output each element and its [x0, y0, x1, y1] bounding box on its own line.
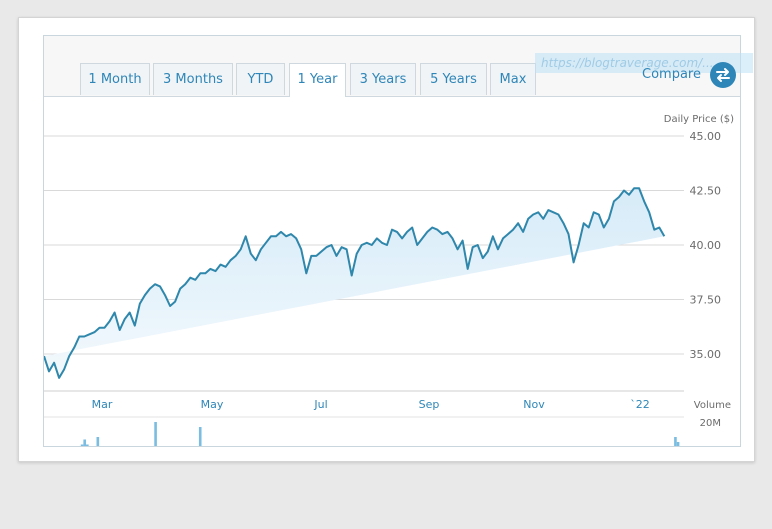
volume-axis-label: Volume [694, 400, 731, 411]
volume-bar [676, 442, 680, 446]
month-label: Sep [419, 398, 440, 411]
month-label: Jul [313, 398, 327, 411]
volume-bar [83, 439, 87, 446]
month-label: `22 [630, 398, 650, 411]
volume-bar [674, 437, 677, 446]
price-tick-label: 45.00 [690, 130, 722, 143]
volume-bar [80, 444, 84, 446]
volume-tick-label: 20M [700, 418, 721, 429]
month-label: Nov [523, 398, 545, 411]
price-tick-label: 42.50 [690, 184, 722, 197]
price-tick-label: 37.50 [690, 293, 722, 306]
chart-panel: 1 Month 3 Months YTD 1 Year 3 Years 5 Ye… [43, 35, 753, 447]
volume-bar [198, 427, 202, 446]
volume-bar [154, 422, 157, 446]
volume-bar [86, 444, 89, 446]
month-label: May [201, 398, 224, 411]
month-label: Mar [92, 398, 113, 411]
price-axis-label: Daily Price ($) [664, 114, 734, 125]
price-tick-label: 35.00 [690, 348, 722, 361]
price-area [44, 188, 665, 378]
chart-card: 1 Month 3 Months YTD 1 Year 3 Years 5 Ye… [18, 17, 755, 462]
price-tick-label: 40.00 [690, 239, 722, 252]
volume-bar [96, 437, 100, 446]
price-volume-chart: 35.00 37.50 40.00 42.50 45.00 Mar May Jul Sep No… [44, 114, 734, 446]
